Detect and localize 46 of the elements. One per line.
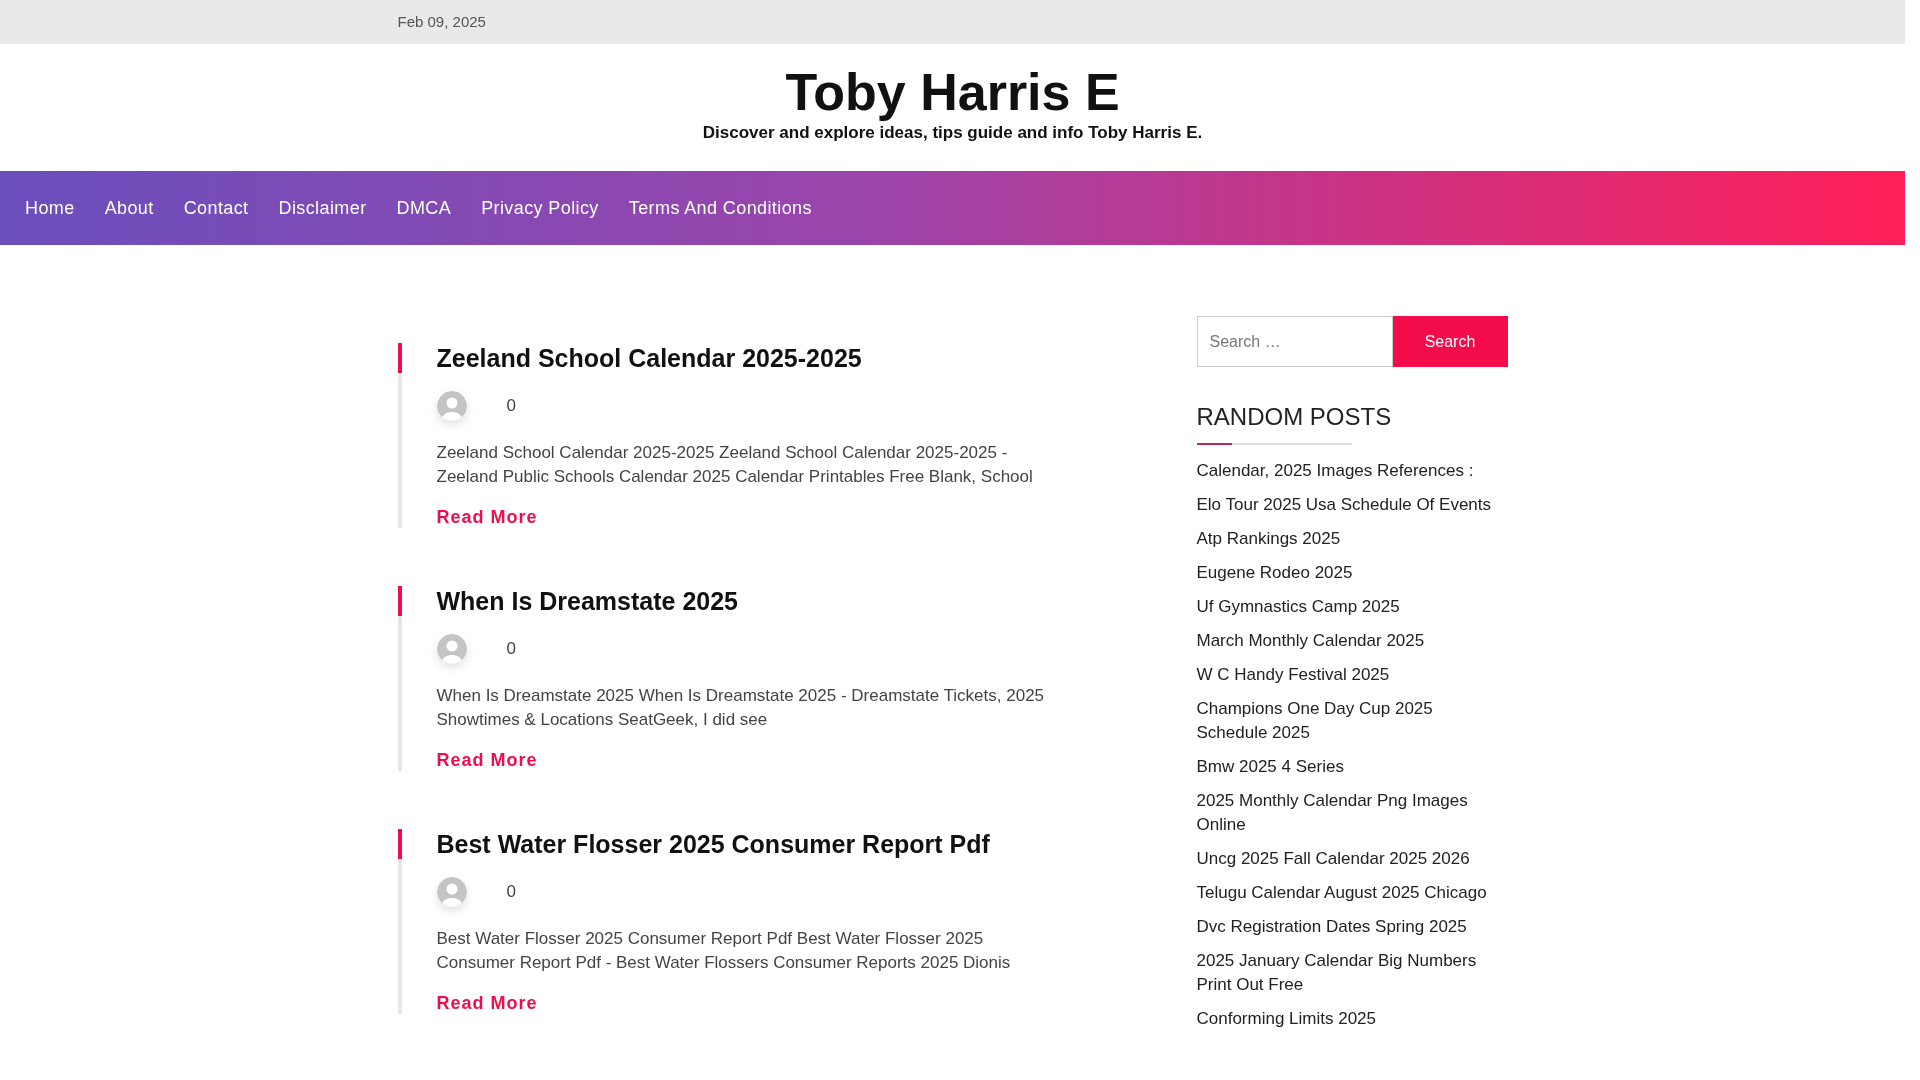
random-post-link[interactable]: Conforming Limits 2025 [1196,1007,1508,1031]
nav-link[interactable]: Terms And Conditions [613,197,827,219]
random-post-link[interactable]: Dvc Registration Dates Spring 2025 [1196,915,1508,939]
random-post-link[interactable]: Bmw 2025 4 Series [1196,755,1508,779]
nav-link[interactable]: Contact [168,197,264,219]
search-field[interactable]: Search … [1196,316,1393,367]
title-accent-bar [397,829,402,859]
date-text: Feb 09, 2025 [397,13,486,30]
random-post-link[interactable]: 2025 Monthly Calendar Png Images Online [1196,789,1508,837]
random-post-link[interactable]: Champions One Day Cup 2025 Schedule 2025 [1196,697,1508,745]
read-more-link[interactable]: Read More [436,993,538,1014]
search-button[interactable]: Search [1392,316,1508,367]
comment-count: 0 [506,639,516,659]
random-post-link[interactable]: 2025 January Calendar Big Numbers Print Out Free [1196,949,1508,997]
random-post-link[interactable]: Atp Rankings 2025 [1196,527,1508,551]
post-title[interactable]: When Is Dreamstate 2025 [436,586,1058,616]
post-excerpt: Best Water Flosser 2025 Consumer Report Pdf Best Water Flosser 2025 Consumer Report Pdf - Best Water Flossers Consumer Reports 2025 Dionis [436,928,1012,974]
post-excerpt: When Is Dreamstate 2025 When Is Dreamstate 2025 - Dreamstate Tickets, 2025 Showtimes & Locations SeatGeek, I did see [436,685,1046,731]
post-excerpt: Zeeland School Calendar 2025-2025 Zeeland School Calendar 2025-2025 - Zeeland Public Schools Calendar 2025 Calendar Printables Free Blank, School [436,442,1034,488]
random-post-link[interactable]: Uf Gymnastics Camp 2025 [1196,595,1508,619]
random-post-link[interactable]: Telugu Calendar August 2025 Chicago [1196,881,1508,905]
random-post-link[interactable]: March Monthly Calendar 2025 [1196,629,1508,653]
read-more-link[interactable]: Read More [436,750,538,771]
avatar-icon [436,634,467,664]
post-title[interactable]: Best Water Flosser 2025 Consumer Report Pdf [436,829,1058,859]
comment-count: 0 [506,882,516,902]
nav-link[interactable]: Disclaimer [263,197,382,219]
site-title: Toby Harris E [785,64,1120,122]
nav-link[interactable]: Home [10,197,90,219]
avatar-icon [436,391,467,421]
nav-link[interactable]: About [89,197,169,219]
random-post-link[interactable]: Calendar, 2025 Images References : [1196,459,1508,483]
random-post-link[interactable]: Elo Tour 2025 Usa Schedule Of Events [1196,493,1508,517]
random-post-link[interactable]: Eugene Rodeo 2025 [1196,561,1508,585]
random-post-link[interactable]: Uncg 2025 Fall Calendar 2025 2026 [1196,847,1508,871]
site-tagline: Discover and explore ideas, tips guide and info Toby Harris E. [702,123,1203,144]
title-accent-bar [397,586,402,616]
read-more-link[interactable]: Read More [436,507,538,528]
random-post-link[interactable]: W C Handy Festival 2025 [1196,663,1508,687]
title-accent-bar [397,343,402,373]
post-title[interactable]: Zeeland School Calendar 2025-2025 [436,343,1058,373]
avatar-icon [436,877,467,907]
nav-link[interactable]: Privacy Policy [466,197,614,219]
comment-count: 0 [506,396,516,416]
widget-title: RANDOM POSTS [1196,403,1393,431]
nav-link[interactable]: DMCA [381,197,467,219]
